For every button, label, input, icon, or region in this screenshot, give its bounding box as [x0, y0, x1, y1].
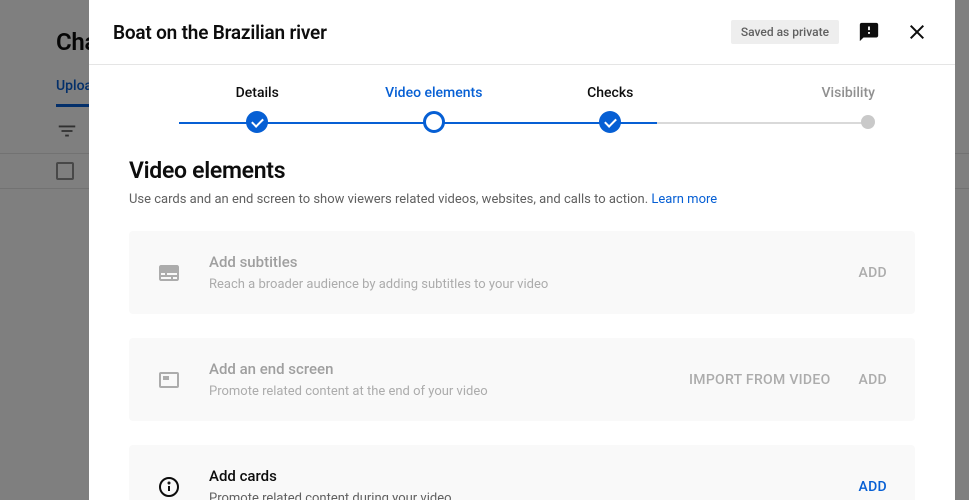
card-subtitle: Promote related content during your vide…	[209, 491, 831, 500]
subtitles-icon	[157, 261, 181, 285]
card-title: Add an end screen	[209, 360, 661, 378]
upload-dialog: Boat on the Brazilian river Saved as pri…	[89, 0, 955, 500]
current-step-icon	[423, 111, 445, 133]
check-icon	[246, 111, 268, 133]
dialog-content: Video elements Use cards and an end scre…	[89, 133, 955, 500]
section-heading: Video elements	[129, 157, 915, 184]
card-add-cards: Add cards Promote related content during…	[129, 445, 915, 500]
card-end-screen: Add an end screen Promote related conten…	[129, 338, 915, 421]
dialog-header: Boat on the Brazilian river Saved as pri…	[89, 0, 955, 65]
step-details[interactable]: Details	[169, 85, 346, 133]
dialog-title: Boat on the Brazilian river	[113, 21, 719, 44]
step-video-elements[interactable]: Video elements	[346, 85, 523, 133]
save-status-badge: Saved as private	[731, 20, 839, 44]
card-title: Add cards	[209, 467, 831, 485]
close-button[interactable]	[899, 14, 935, 50]
end-screen-icon	[157, 368, 181, 392]
card-subtitle: Reach a broader audience by adding subti…	[209, 277, 831, 292]
import-from-video-button: IMPORT FROM VIDEO	[689, 372, 831, 388]
card-subtitle: Promote related content at the end of yo…	[209, 384, 661, 399]
stepper: Details Video elements Checks Visibility	[89, 65, 955, 133]
check-icon	[599, 111, 621, 133]
section-description: Use cards and an end screen to show view…	[129, 192, 915, 207]
learn-more-link[interactable]: Learn more	[651, 192, 717, 207]
stepper-rail-remaining	[657, 122, 865, 124]
card-title: Add subtitles	[209, 253, 831, 271]
add-cards-button[interactable]: ADD	[859, 479, 887, 495]
feedback-button[interactable]	[851, 14, 887, 50]
info-icon	[157, 475, 181, 499]
card-subtitles: Add subtitles Reach a broader audience b…	[129, 231, 915, 314]
step-checks[interactable]: Checks	[522, 85, 699, 133]
add-subtitles-button: ADD	[859, 265, 887, 281]
add-end-screen-button: ADD	[859, 372, 887, 388]
pending-step-icon	[861, 115, 875, 129]
